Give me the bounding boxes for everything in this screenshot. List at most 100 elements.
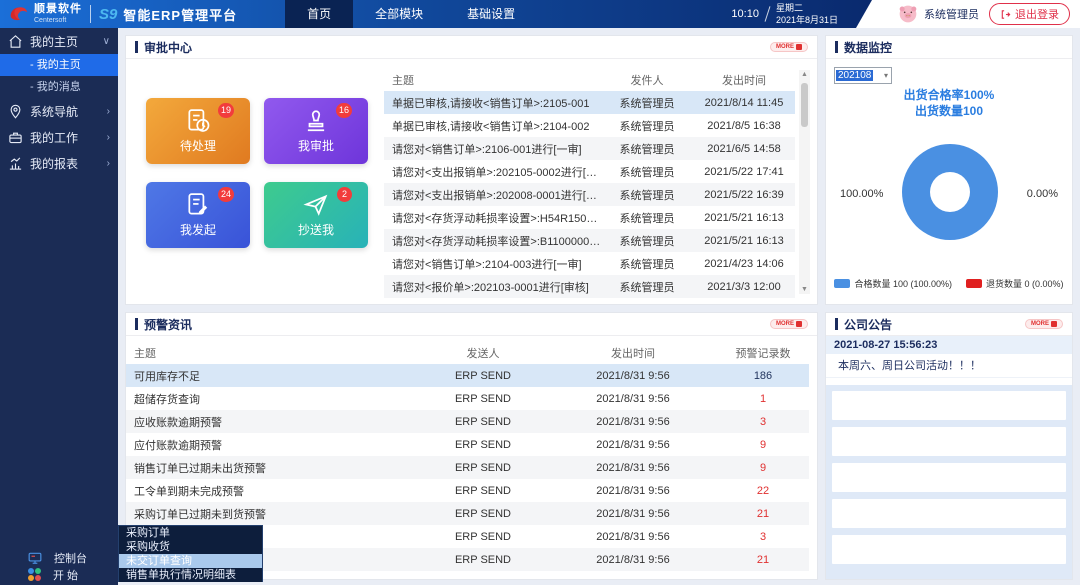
donut-chart <box>902 144 998 240</box>
alert-row[interactable]: 可用库存不足 ERP SEND 2021/8/31 9:56 186 <box>126 364 809 387</box>
sidebar-subitem-my-home[interactable]: - 我的主页 <box>0 54 118 76</box>
popup-menu-item[interactable]: 采购订单 <box>119 526 262 540</box>
row-time: 2021/8/31 9:56 <box>549 439 717 451</box>
row-subject: 请您对<存货浮动耗损率设置>:H54R15006002进行[审核] <box>384 210 601 226</box>
scrollbar-thumb[interactable] <box>801 83 808 127</box>
announcement-empty-row <box>832 535 1066 564</box>
approval-row[interactable]: 请您对<支出报销单>:202105-0002进行[审核] 系统管理员 2021/… <box>384 160 795 183</box>
announcement-empty-row <box>832 463 1066 492</box>
row-subject: 工令单到期未完成预警 <box>126 483 417 499</box>
nav-tab-basic-settings[interactable]: 基础设置 <box>445 0 537 28</box>
popup-menu-item[interactable]: 未交订单查询 <box>119 554 262 568</box>
announcements-panel: 公司公告 MORE 2021-08-27 15:56:23 本周六、周日公司活动… <box>825 312 1073 580</box>
scroll-down-icon[interactable]: ▼ <box>801 285 808 294</box>
popup-menu-item[interactable]: 销售单执行情况明细表 <box>119 568 262 582</box>
alerts-table-header: 主题 发送人 发出时间 预警记录数 <box>126 341 809 364</box>
row-sender: ERP SEND <box>417 370 549 382</box>
chevron-right-icon: › <box>107 132 110 143</box>
row-time: 2021/8/31 9:56 <box>549 531 717 543</box>
logout-button[interactable]: 退出登录 <box>989 3 1070 25</box>
top-bar: 顺景软件 Centersoft S9 智能ERP管理平台 首页 全部模块 基础设… <box>0 0 1080 28</box>
row-subject: 请您对<支出报销单>:202105-0002进行[审核] <box>384 164 601 180</box>
approval-row[interactable]: 请您对<销售订单>:2106-001进行[一审] 系统管理员 2021/6/5 … <box>384 137 795 160</box>
sidebar-subitem-my-messages[interactable]: - 我的消息 <box>0 76 118 98</box>
row-sender: 系统管理员 <box>601 256 693 272</box>
card-pending[interactable]: 19 待处理 <box>146 98 250 164</box>
approval-row[interactable]: 单据已审核,请接收<销售订单>:2104-002 系统管理员 2021/8/5 … <box>384 114 795 137</box>
monitor-panel-title: 数据监控 <box>844 39 892 56</box>
approval-more-button[interactable]: MORE <box>770 42 808 52</box>
title-accent-bar <box>135 318 138 330</box>
clock-divider <box>765 6 771 22</box>
row-sender: ERP SEND <box>417 439 549 451</box>
logout-icon <box>1000 9 1011 20</box>
sidebar-item-my-work[interactable]: 我的工作 › <box>0 124 118 150</box>
nav-tab-home[interactable]: 首页 <box>285 0 353 28</box>
sidebar-item-my-home[interactable]: 我的主页 ∨ <box>0 28 118 54</box>
card-label: 待处理 <box>180 137 216 154</box>
start-button[interactable]: 开 始 <box>0 566 118 583</box>
sidebar-item-label: 系统导航 <box>30 103 78 120</box>
approval-rows: 单据已审核,请接收<销售订单>:2105-001 系统管理员 2021/8/14… <box>384 91 795 298</box>
row-time: 2021/8/31 9:56 <box>549 370 717 382</box>
sidebar-item-system-nav[interactable]: 系统导航 › <box>0 98 118 124</box>
announcements-more-button[interactable]: MORE <box>1025 319 1063 329</box>
alert-row[interactable]: 采购订单已过期未到货预警 ERP SEND 2021/8/31 9:56 21 <box>126 502 809 525</box>
row-time: 2021/6/5 14:58 <box>693 143 795 155</box>
console-button[interactable]: 控制台 <box>0 549 118 566</box>
row-subject: 请您对<报价单>:202103-0001进行[审核] <box>384 279 601 295</box>
row-subject: 单据已审核,请接收<销售订单>:2104-002 <box>384 118 601 134</box>
row-time: 2021/8/31 9:56 <box>549 462 717 474</box>
alert-row[interactable]: 应付账款逾期预警 ERP SEND 2021/8/31 9:56 9 <box>126 433 809 456</box>
alert-row[interactable]: 超储存货查询 ERP SEND 2021/8/31 9:56 1 <box>126 387 809 410</box>
row-count: 9 <box>717 462 809 474</box>
console-label: 控制台 <box>54 550 87 566</box>
approval-row[interactable]: 请您对<销售订单>:2104-003进行[一审] 系统管理员 2021/4/23… <box>384 252 795 275</box>
row-subject: 采购订单已过期未到货预警 <box>126 506 417 522</box>
home-icon <box>8 34 23 49</box>
row-subject: 可用库存不足 <box>126 368 417 384</box>
brand-name-cn: 顺景软件 <box>34 4 82 15</box>
card-my-approvals[interactable]: 16 我审批 <box>264 98 368 164</box>
alerts-more-button[interactable]: MORE <box>770 319 808 329</box>
row-time: 2021/8/31 9:56 <box>549 485 717 497</box>
announcement-content[interactable]: 本周六、周日公司活动！！！ <box>826 354 1072 378</box>
approval-row[interactable]: 单据已审核,请接收<销售订单>:2105-001 系统管理员 2021/8/14… <box>384 91 795 114</box>
card-cc-to-me[interactable]: 2 抄送我 <box>264 182 368 248</box>
col-time: 发出时间 <box>549 345 717 361</box>
title-accent-bar <box>135 41 138 53</box>
alert-row[interactable]: 销售订单已过期未出货预警 ERP SEND 2021/8/31 9:56 9 <box>126 456 809 479</box>
approval-row[interactable]: 请您对<存货浮动耗损率设置>:H54R15006002进行[审核] 系统管理员 … <box>384 206 795 229</box>
approval-scrollbar[interactable]: ▲ ▼ <box>799 70 810 294</box>
briefcase-icon <box>8 130 23 145</box>
alert-row[interactable]: 工令单到期未完成预警 ERP SEND 2021/8/31 9:56 22 <box>126 479 809 502</box>
popup-menu-item[interactable]: 采购收货 <box>119 540 262 554</box>
col-sender: 发送人 <box>417 345 549 361</box>
scroll-up-icon[interactable]: ▲ <box>801 70 808 79</box>
card-label: 我发起 <box>180 221 216 238</box>
erp-home-screen: 顺景软件 Centersoft S9 智能ERP管理平台 首页 全部模块 基础设… <box>0 0 1080 585</box>
more-icon <box>796 321 802 327</box>
card-initiated-by-me[interactable]: 24 我发起 <box>146 182 250 248</box>
announcement-empty-row <box>832 427 1066 456</box>
avatar[interactable] <box>898 4 918 24</box>
user-name: 系统管理员 <box>924 6 979 22</box>
sidebar-item-my-reports[interactable]: 我的报表 › <box>0 150 118 176</box>
announcement-date: 2021-08-27 15:56:23 <box>826 336 1072 354</box>
row-time: 2021/4/23 14:06 <box>693 258 795 270</box>
approval-panel-header: 审批中心 MORE <box>126 36 817 59</box>
row-time: 2021/8/31 9:56 <box>549 508 717 520</box>
sidebar-item-label: 我的报表 <box>30 155 78 172</box>
nav-tab-all-modules[interactable]: 全部模块 <box>353 0 445 28</box>
approval-row[interactable]: 请您对<支出报销单>:202008-0001进行[审核] 系统管理员 2021/… <box>384 183 795 206</box>
row-sender: ERP SEND <box>417 554 549 566</box>
initiated-badge: 24 <box>218 187 234 202</box>
alert-row[interactable]: 应收账款逾期预警 ERP SEND 2021/8/31 9:56 3 <box>126 410 809 433</box>
brand-divider <box>90 5 91 23</box>
pass-rate-text: 出货合格率100% <box>826 88 1072 104</box>
paper-plane-icon <box>303 192 329 218</box>
approval-row[interactable]: 请您对<报价单>:202103-0001进行[审核] 系统管理员 2021/3/… <box>384 275 795 298</box>
row-time: 2021/8/14 11:45 <box>693 97 795 109</box>
period-select[interactable]: 202108 ▾ <box>834 67 892 84</box>
approval-row[interactable]: 请您对<存货浮动耗损率设置>:B11000001进行[审核] 系统管理员 202… <box>384 229 795 252</box>
